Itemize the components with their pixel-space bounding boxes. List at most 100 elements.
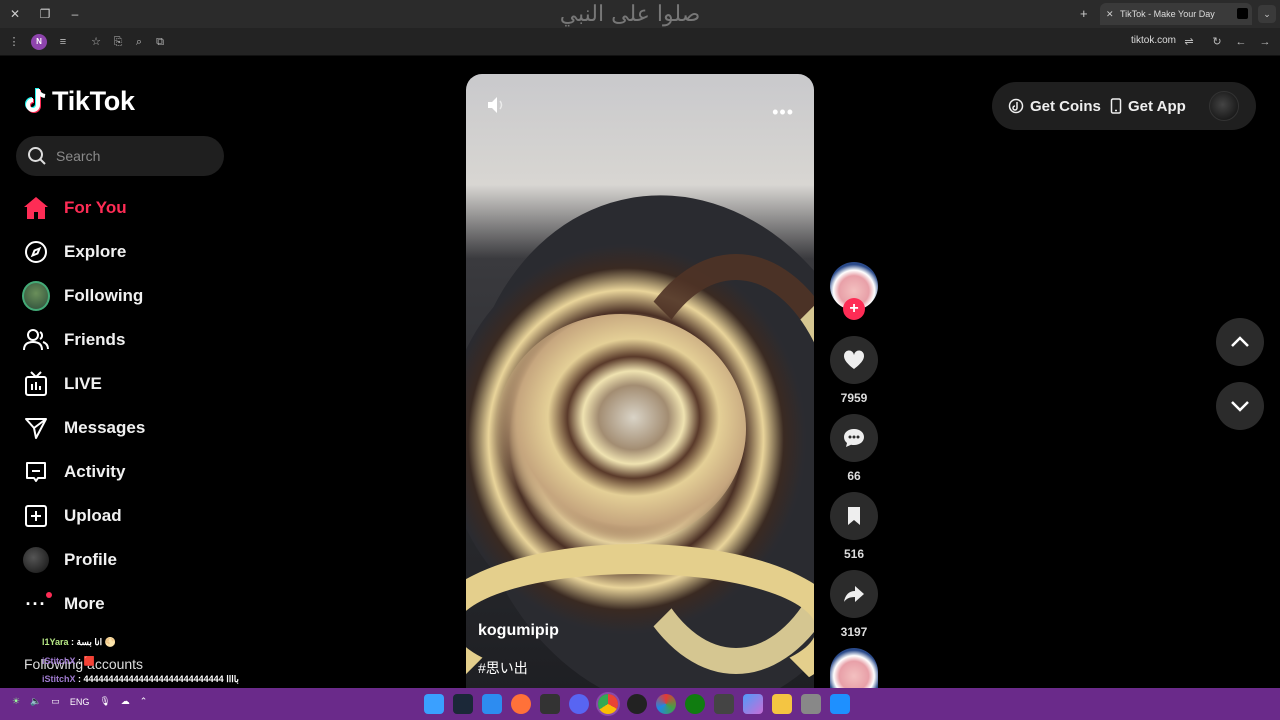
app-icon[interactable] [424,694,444,714]
browser-titlebar: ✕ ❐ – صلوا على النبي + ✕ TikTok - Make Y… [0,0,1280,28]
zoom-icon[interactable]: ⌕ [131,34,147,50]
tab-tiktok[interactable]: ✕ TikTok - Make Your Day [1100,3,1252,25]
send-icon [22,414,50,442]
account-avatar[interactable] [1209,91,1239,121]
emoji-icon: 🌕 [104,637,116,647]
site-settings-icon[interactable]: ⇌ [1181,34,1197,50]
app-icon[interactable] [656,694,676,714]
tray-overflow-icon[interactable]: ⌃ [140,696,148,707]
logo-text: TikTok [52,85,135,116]
menu-kebab-icon[interactable]: ⋮ [6,34,22,50]
compass-icon [22,238,50,266]
home-icon [22,194,50,222]
taskbar-apps [424,694,850,714]
sidebar-item-upload[interactable]: Upload [22,498,222,534]
save-count: 516 [843,547,865,561]
close-tab-icon[interactable]: ✕ [1106,3,1114,25]
windows-start-icon[interactable] [830,694,850,714]
file-explorer-icon[interactable] [772,694,792,714]
sidebar-item-live[interactable]: LIVE [22,366,222,402]
sidebar-item-label: LIVE [64,374,102,393]
sidebar-item-explore[interactable]: Explore [22,234,222,270]
get-app-button[interactable]: Get App [1110,96,1186,116]
coin-icon [1008,98,1024,114]
video-more-icon[interactable]: ••• [772,102,794,123]
phone-icon [1110,98,1122,114]
get-coins-button[interactable]: Get Coins [1008,96,1101,116]
get-app-label: Get App [1128,97,1186,115]
app-icon[interactable] [540,694,560,714]
sidebar-item-for-you[interactable]: For You [22,190,222,226]
video-caption[interactable]: #思い出 [478,658,528,678]
copilot-icon[interactable] [743,694,763,714]
search-box[interactable] [16,136,224,176]
heart-icon [843,350,865,369]
app-icon[interactable] [482,694,502,714]
tiktok-logo[interactable]: TikTok [24,84,135,118]
reading-list-icon[interactable]: ≡ [55,34,71,50]
reload-icon[interactable]: ↻ [1209,34,1225,50]
discord-icon[interactable] [569,694,589,714]
weather-icon[interactable]: ☀ [12,696,20,707]
tiktok-note-icon [25,88,46,113]
tab-search-button[interactable]: ⌄ [1258,5,1276,23]
steam-icon[interactable] [453,694,473,714]
microphone-icon[interactable]: 🎙 [99,696,110,707]
system-tray: ☀ 🔈 ▭ ENG 🎙 ☁ ⌃ [12,696,147,707]
app-icon[interactable] [714,694,734,714]
network-icon[interactable]: ☁ [121,696,130,707]
forward-icon[interactable]: → [1257,34,1273,50]
app-icon[interactable] [801,694,821,714]
like-button[interactable] [830,336,878,384]
obs-icon[interactable] [627,694,647,714]
profile-avatar[interactable]: N [31,34,47,50]
search-icon [28,147,46,165]
sidebar-item-label: Friends [64,330,126,349]
tiktok-favicon-icon [1237,8,1248,19]
previous-video-button[interactable] [1216,318,1264,366]
volume-muted-icon[interactable] [486,96,506,119]
browser-toolbar: ⋮ N ≡ ☆ ⎘ ⌕ ⧉ tiktok.com ⇌ ↻ ← → [0,28,1280,56]
video-player[interactable]: ••• kogumipip #思い出 [466,74,814,690]
follow-plus-icon[interactable]: + [843,298,865,320]
sidebar-item-more[interactable]: ··· More [22,586,222,622]
comment-button[interactable] [830,414,878,462]
sidebar-item-profile[interactable]: Profile [22,542,222,578]
display-icon[interactable]: ▭ [51,696,60,707]
address-bar[interactable]: tiktok.com [1131,35,1176,46]
save-button[interactable] [830,492,878,540]
chat-user: l1Yara [42,637,69,647]
bookmark-star-icon[interactable]: ☆ [88,34,104,50]
bookmark-icon [848,507,860,525]
sidebar-item-following[interactable]: Following [22,278,222,314]
chat-user: iStitchX [42,656,76,666]
share-button[interactable] [830,570,878,618]
music-disc-avatar[interactable] [830,648,878,688]
chat-message: iStitchX : 🟥 [42,656,95,666]
video-author[interactable]: kogumipip [478,622,559,640]
live-tv-icon [22,370,50,398]
notification-dot [46,592,52,598]
volume-icon[interactable]: 🔈 [30,696,41,707]
next-video-button[interactable] [1216,382,1264,430]
sidebar-item-friends[interactable]: Friends [22,322,222,358]
friends-icon [22,326,50,354]
back-icon[interactable]: ← [1233,34,1249,50]
xbox-icon[interactable] [685,694,705,714]
firefox-icon[interactable] [511,694,531,714]
chrome-icon[interactable] [598,694,618,714]
window-title: صلوا على النبي [559,2,701,27]
sidebar-item-activity[interactable]: Activity [22,454,222,490]
sidebar-item-messages[interactable]: Messages [22,410,222,446]
chevron-up-icon [1231,336,1249,347]
search-input[interactable] [56,146,216,166]
activity-icon [22,458,50,486]
share-icon[interactable]: ⎘ [110,34,126,50]
new-tab-button[interactable]: + [1080,6,1088,21]
sidebar-item-label: Upload [64,506,122,525]
translate-icon[interactable]: ⧉ [152,34,168,50]
sidebar-item-label: Messages [64,418,146,437]
language-indicator[interactable]: ENG [70,697,90,707]
chat-message: iStitchX : باااا 44444444444444444444444… [42,674,239,684]
like-count: 7959 [840,391,868,405]
